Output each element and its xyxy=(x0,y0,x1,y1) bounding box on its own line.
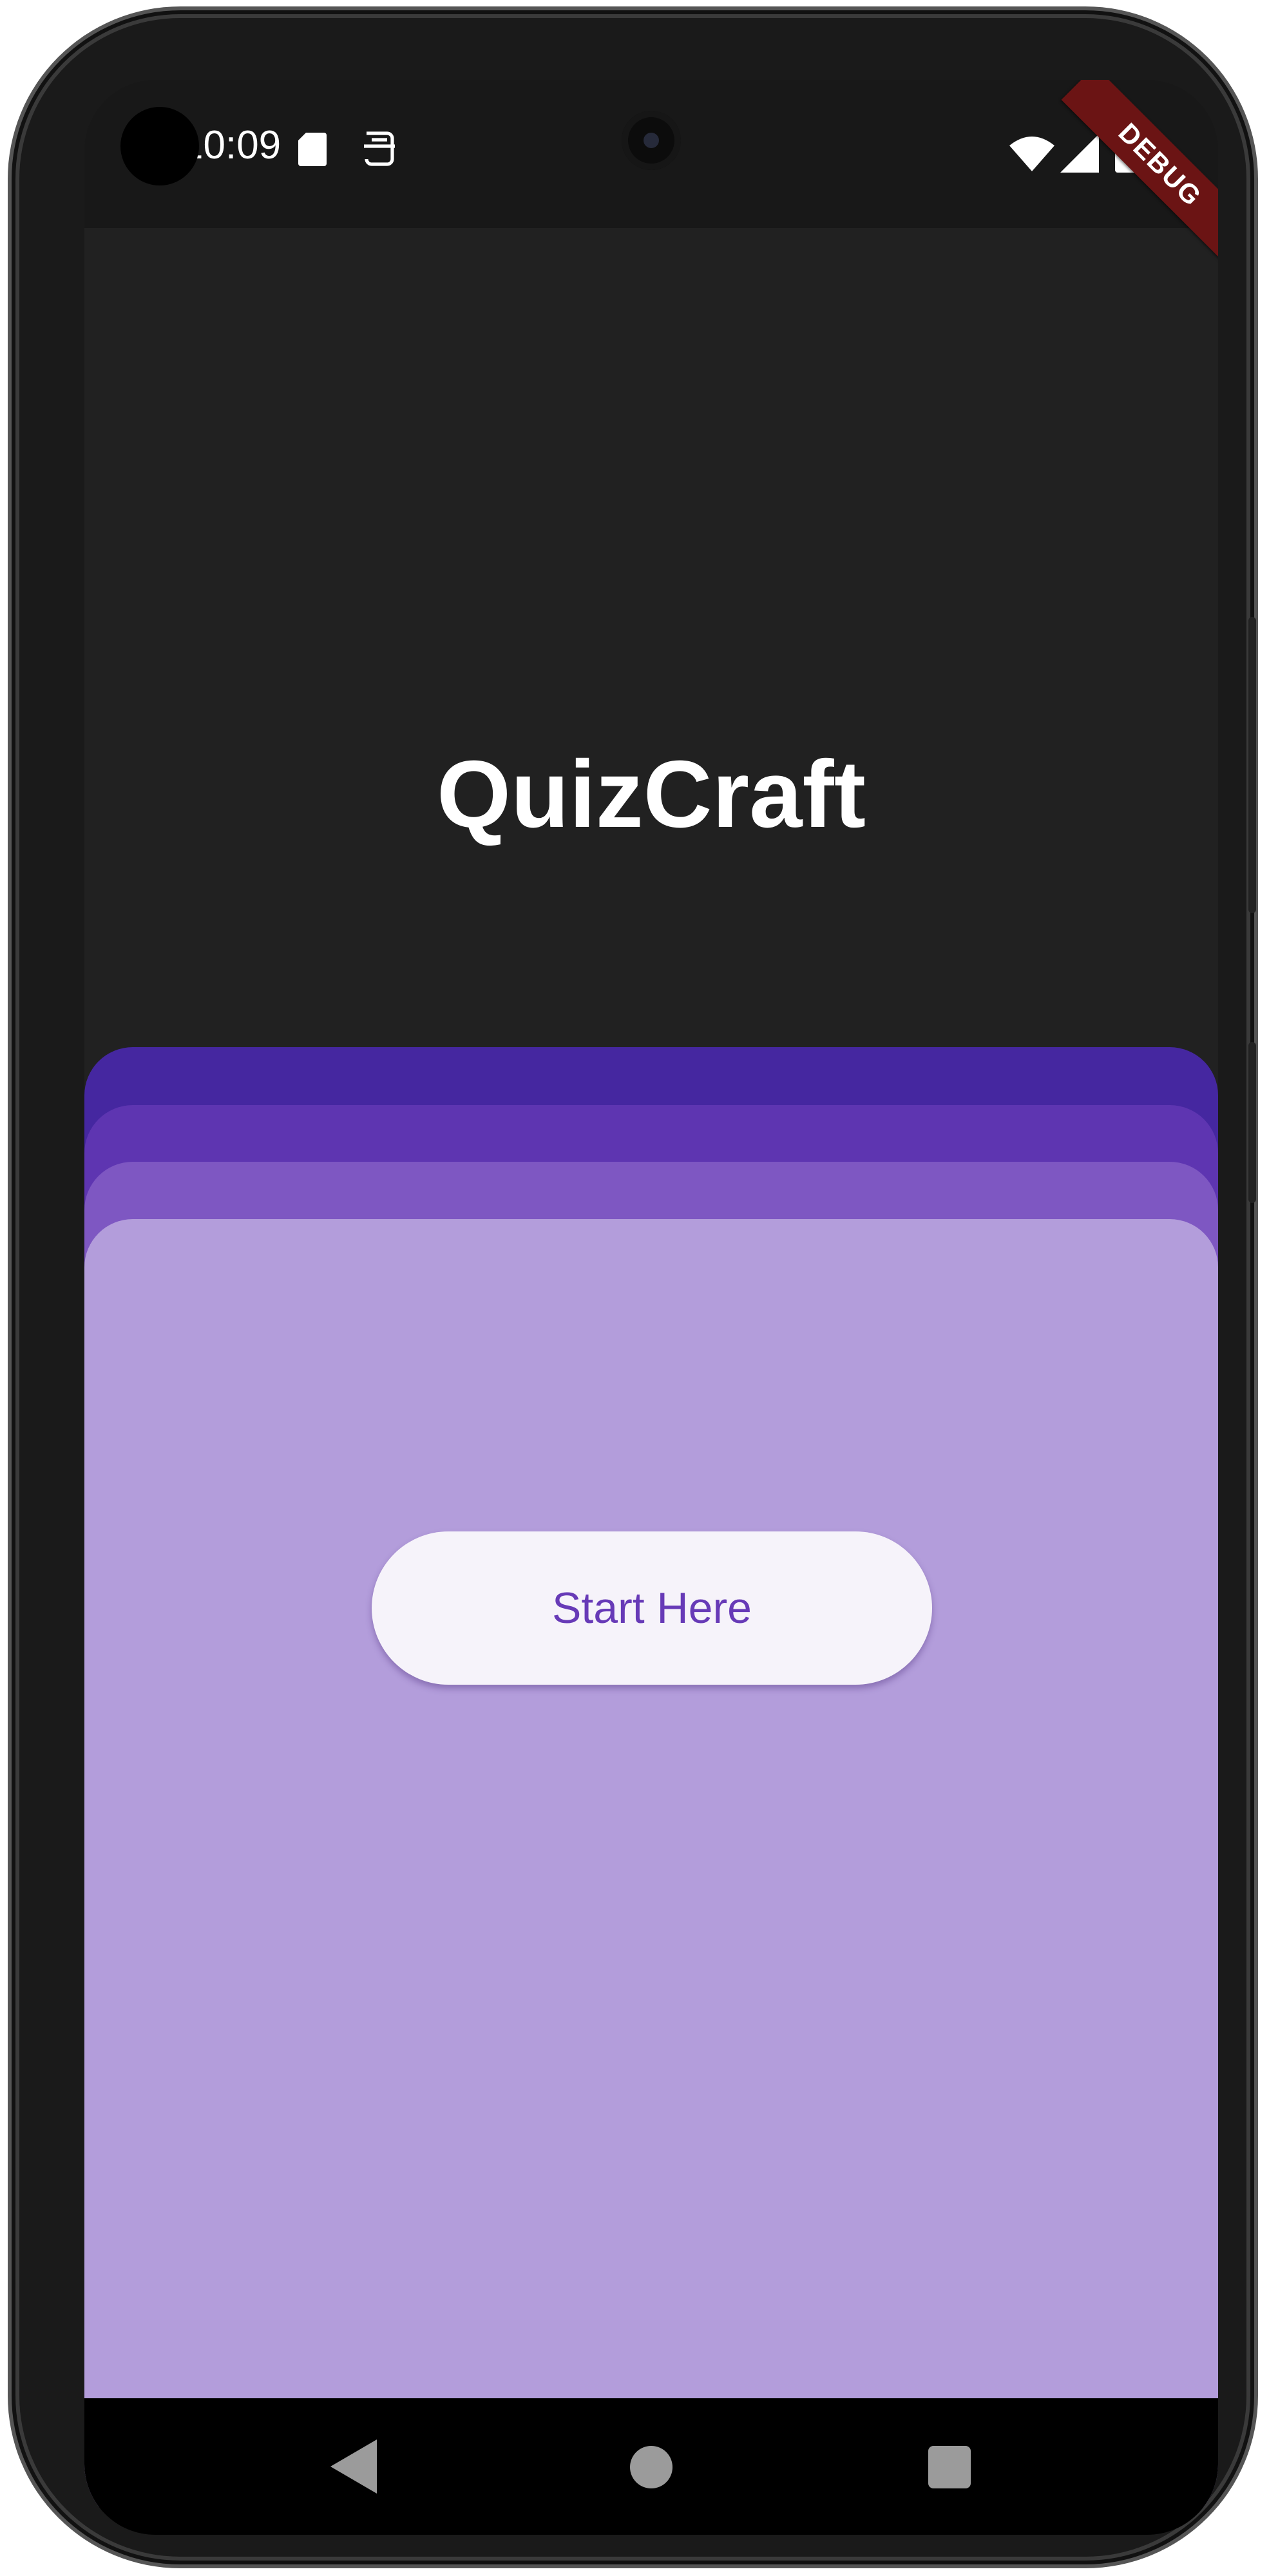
navigation-bar xyxy=(84,2398,1218,2535)
app-title: QuizCraft xyxy=(437,741,866,848)
wallet-icon xyxy=(364,131,395,166)
phone-frame: 10:09 DEBUG QuizCraft Start Here xyxy=(19,18,1256,2557)
recents-icon[interactable] xyxy=(928,2446,971,2488)
front-camera xyxy=(622,111,681,170)
status-bar: 10:09 DEBUG xyxy=(84,80,1218,264)
volume-button xyxy=(1248,617,1256,913)
power-button xyxy=(1248,1042,1256,1203)
sd-card-icon xyxy=(298,133,327,166)
camera-hole-punch xyxy=(120,107,199,185)
cell-signal-icon xyxy=(1060,134,1099,173)
main-card xyxy=(84,1219,1218,2507)
screen: 10:09 DEBUG QuizCraft Start Here xyxy=(84,80,1218,2535)
start-here-button[interactable]: Start Here xyxy=(372,1531,932,1685)
home-icon[interactable] xyxy=(630,2446,673,2488)
wifi-icon xyxy=(1009,137,1054,171)
back-icon[interactable] xyxy=(330,2439,377,2494)
